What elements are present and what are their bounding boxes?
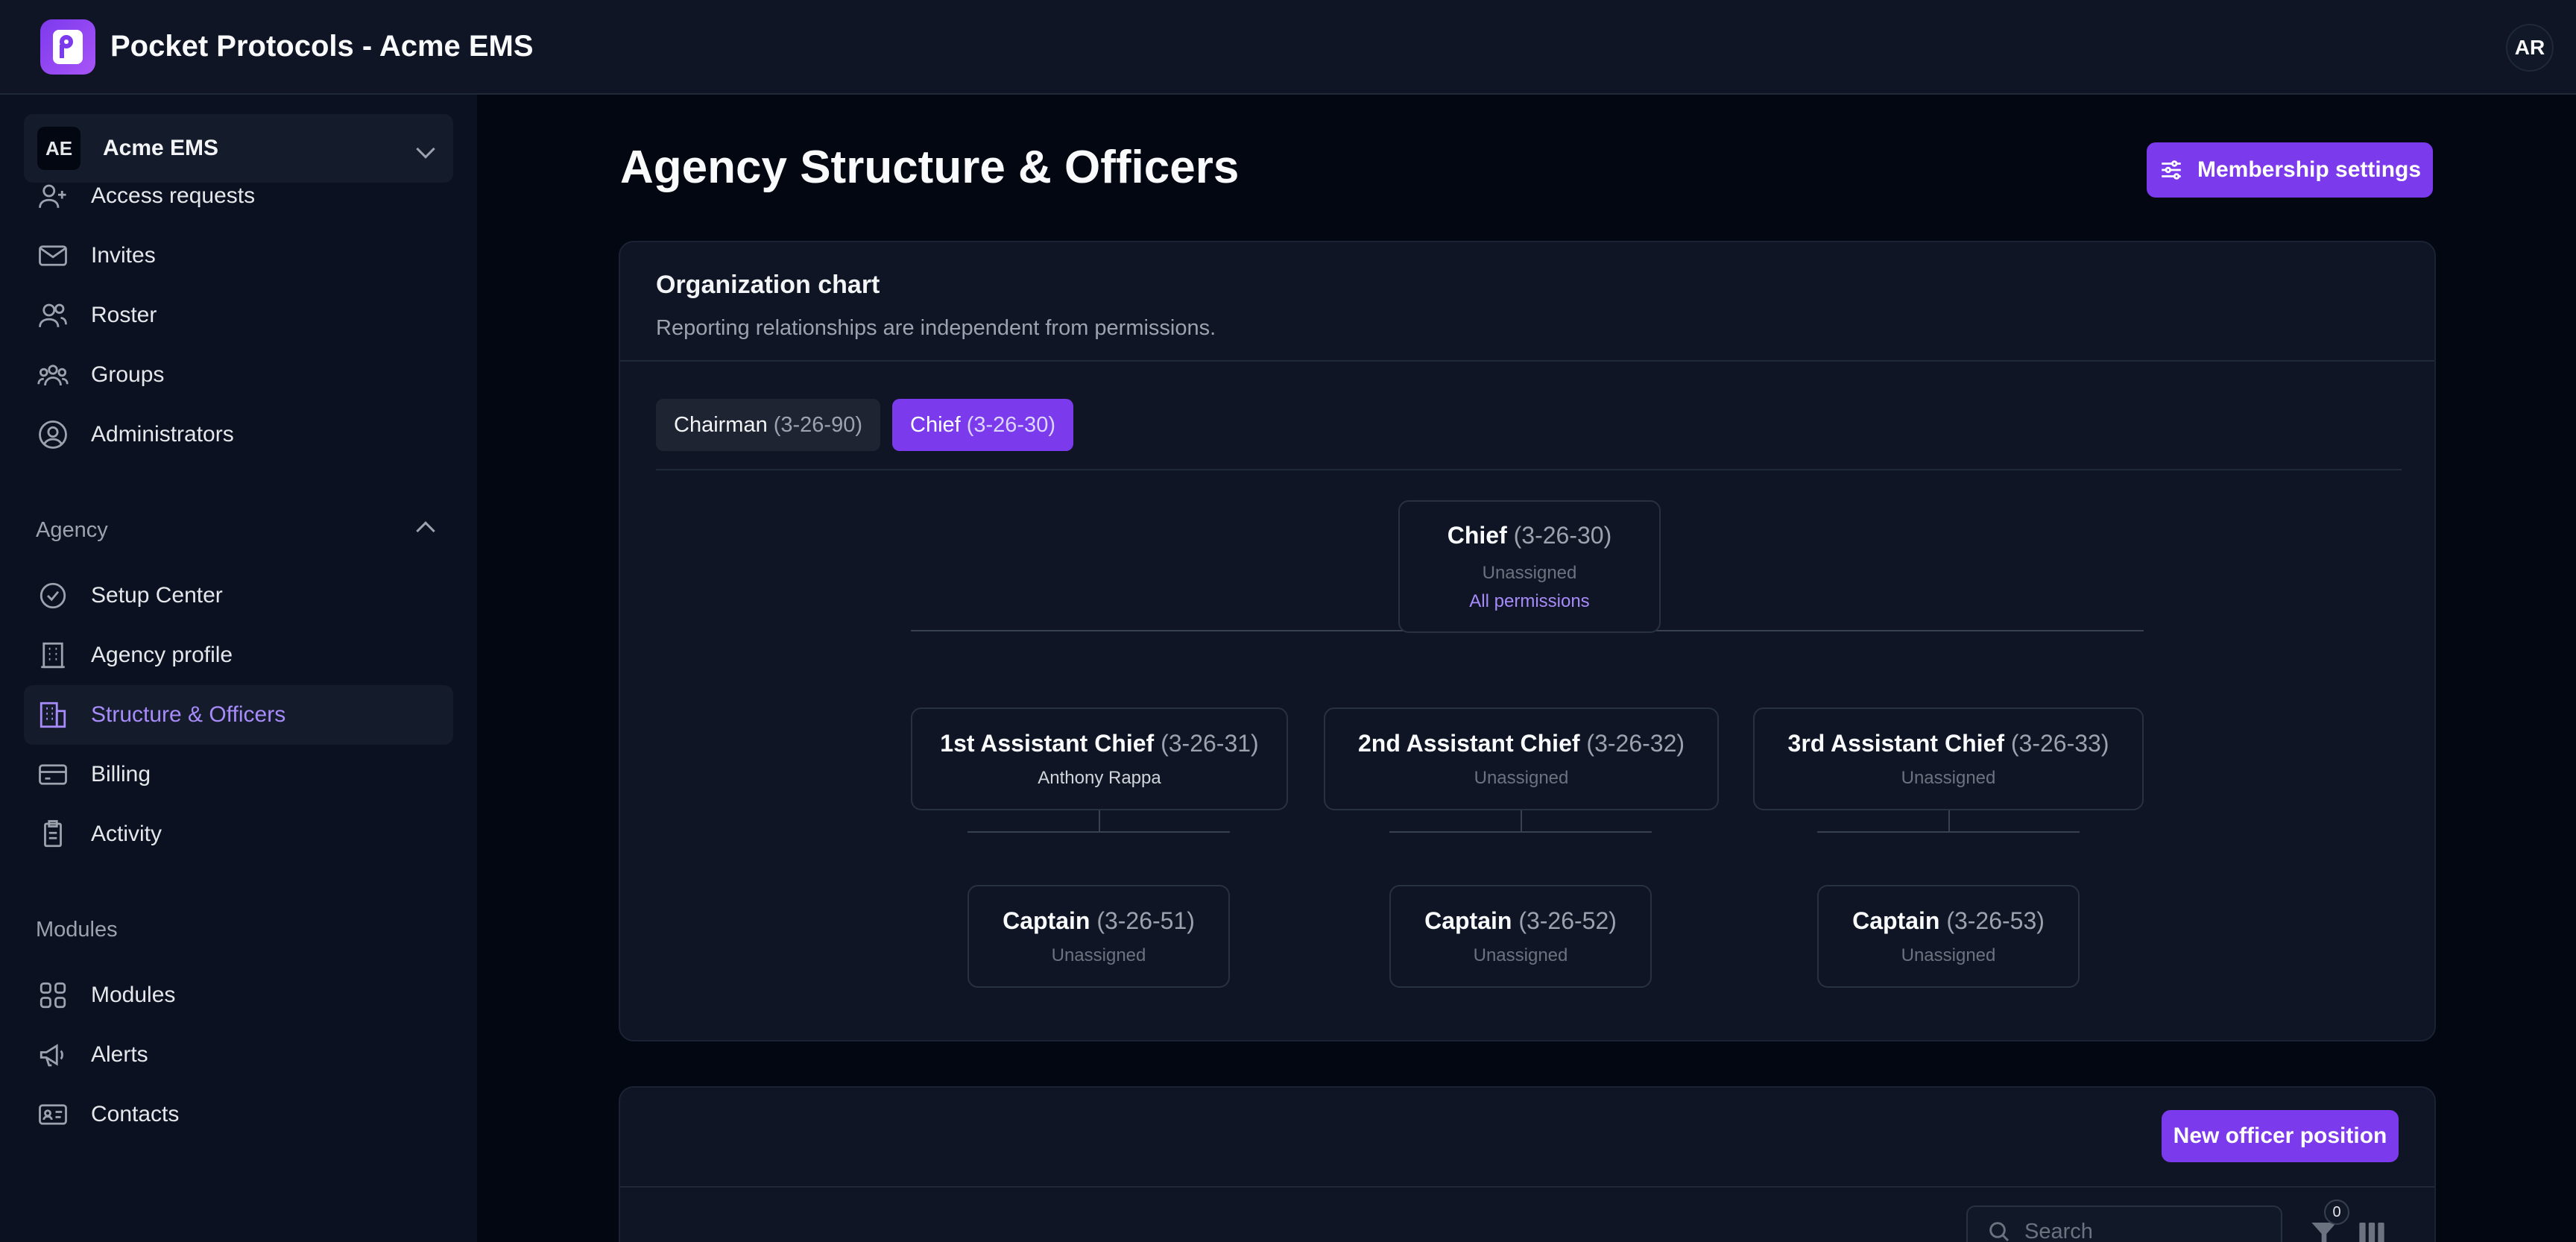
sidebar-item-billing[interactable]: Billing	[24, 745, 453, 804]
user-avatar[interactable]: AR	[2506, 24, 2554, 72]
sidebar-item-label: Setup Center	[91, 583, 223, 608]
sidebar-item-modules[interactable]: Modules	[24, 965, 453, 1025]
node-holder: Unassigned	[1051, 945, 1146, 965]
chevron-up-icon	[416, 521, 435, 540]
sidebar-item-label: Administrators	[91, 422, 234, 447]
org-node-captain-53[interactable]: Captain (3-26-53) Unassigned	[1817, 885, 2080, 988]
node-holder: Unassigned	[1474, 767, 1569, 788]
sidebar-item-administrators[interactable]: Administrators	[24, 405, 453, 464]
app-title: Pocket Protocols - Acme EMS	[110, 30, 534, 63]
connector-line	[1389, 831, 1652, 833]
sidebar-item-label: Activity	[91, 822, 162, 846]
search-placeholder: Search	[2024, 1219, 2093, 1242]
org-chart-card: Organization chart Reporting relationshi…	[619, 241, 2436, 1041]
user-group-icon	[37, 359, 69, 391]
envelope-icon	[37, 240, 69, 271]
users-icon	[37, 300, 69, 331]
node-holder: Unassigned	[1901, 945, 1996, 965]
node-holder: Unassigned	[1482, 562, 1577, 583]
officers-divider	[620, 1186, 2434, 1188]
node-holder: Unassigned	[1473, 945, 1568, 965]
sidebar-item-setup-center[interactable]: Setup Center	[24, 566, 453, 625]
connector-line	[1817, 831, 2080, 833]
org-node-captain-51[interactable]: Captain (3-26-51) Unassigned	[967, 885, 1230, 988]
node-title: Captain (3-26-53)	[1852, 907, 2045, 934]
sidebar-item-contacts[interactable]: Contacts	[24, 1085, 453, 1144]
node-holder: Unassigned	[1901, 767, 1996, 788]
node-holder: Anthony Rappa	[1038, 767, 1161, 788]
clipboard-icon	[37, 819, 69, 850]
membership-settings-label: Membership settings	[2197, 157, 2422, 182]
node-title: 2nd Assistant Chief (3-26-32)	[1357, 729, 1685, 757]
identification-icon	[37, 1099, 69, 1130]
org-node-1st-assistant-chief[interactable]: 1st Assistant Chief (3-26-31) Anthony Ra…	[911, 707, 1288, 810]
sidebar-item-label: Invites	[91, 243, 156, 268]
sidebar: AE Acme EMS Access requests Invites Rost…	[0, 95, 477, 1242]
org-node-3rd-assistant-chief[interactable]: 3rd Assistant Chief (3-26-33) Unassigned	[1753, 707, 2144, 810]
sidebar-item-roster[interactable]: Roster	[24, 286, 453, 345]
app-logo-icon	[40, 19, 95, 75]
sidebar-item-label: Roster	[91, 303, 157, 327]
node-title: Chief (3-26-30)	[1447, 521, 1612, 549]
filter-count-badge: 0	[2324, 1200, 2349, 1225]
org-node-2nd-assistant-chief[interactable]: 2nd Assistant Chief (3-26-32) Unassigned	[1324, 707, 1719, 810]
sidebar-item-alerts[interactable]: Alerts	[24, 1025, 453, 1085]
connector-line	[967, 831, 1230, 833]
user-circle-icon	[37, 419, 69, 450]
new-officer-position-button[interactable]: New officer position	[2162, 1110, 2399, 1162]
page-title: Agency Structure & Officers	[620, 142, 1240, 193]
officers-card: New officer position Search 0	[619, 1086, 2436, 1242]
org-name: Acme EMS	[103, 136, 219, 160]
grid-icon	[37, 980, 69, 1011]
sidebar-item-label: Agency profile	[91, 643, 233, 667]
sidebar-item-label: Access requests	[91, 183, 256, 208]
officers-search-input[interactable]: Search	[1966, 1205, 2282, 1242]
sidebar-item-agency-profile[interactable]: Agency profile	[24, 625, 453, 685]
sliders-icon	[2162, 160, 2181, 180]
section-label: Agency	[36, 517, 108, 542]
node-title: 3rd Assistant Chief (3-26-33)	[1787, 729, 2109, 757]
section-label: Modules	[36, 917, 118, 942]
sidebar-section-modules: Modules	[24, 906, 453, 953]
sidebar-item-groups[interactable]: Groups	[24, 345, 453, 405]
user-plus-icon	[37, 180, 69, 212]
sidebar-item-structure-officers[interactable]: Structure & Officers	[24, 685, 453, 745]
node-title: Captain (3-26-52)	[1424, 907, 1617, 934]
columns-icon[interactable]	[2357, 1219, 2387, 1242]
node-title: 1st Assistant Chief (3-26-31)	[940, 729, 1259, 757]
sidebar-section-agency[interactable]: Agency	[24, 506, 453, 554]
node-title: Captain (3-26-51)	[1003, 907, 1195, 934]
sidebar-item-label: Structure & Officers	[91, 702, 286, 727]
org-badge: AE	[37, 127, 80, 170]
top-bar: Pocket Protocols - Acme EMS AR	[0, 0, 2576, 95]
megaphone-icon	[37, 1039, 69, 1071]
sidebar-item-label: Modules	[91, 983, 176, 1007]
node-permissions: All permissions	[1469, 590, 1590, 611]
app-root: Pocket Protocols - Acme EMS AR AE Acme E…	[0, 0, 2576, 1242]
membership-settings-button[interactable]: Membership settings	[2147, 142, 2433, 198]
sidebar-item-label: Alerts	[91, 1042, 148, 1067]
building-office-icon	[37, 699, 69, 731]
sidebar-item-access-requests[interactable]: Access requests	[24, 166, 453, 226]
org-chart-tree: Chief (3-26-30) Unassigned All permissio…	[620, 242, 2437, 1043]
sidebar-item-label: Contacts	[91, 1102, 180, 1126]
check-circle-icon	[37, 580, 69, 611]
org-node-captain-52[interactable]: Captain (3-26-52) Unassigned	[1389, 885, 1652, 988]
main-content: Agency Structure & Officers Membership s…	[477, 95, 2576, 1242]
org-node-chief[interactable]: Chief (3-26-30) Unassigned All permissio…	[1398, 500, 1661, 633]
chevron-down-icon	[416, 139, 435, 159]
sidebar-item-activity[interactable]: Activity	[24, 804, 453, 864]
sidebar-item-label: Groups	[91, 362, 165, 387]
sidebar-item-invites[interactable]: Invites	[24, 226, 453, 286]
sidebar-item-label: Billing	[91, 762, 151, 787]
search-icon	[1989, 1222, 2010, 1242]
building-icon	[37, 640, 69, 671]
credit-card-icon	[37, 759, 69, 790]
